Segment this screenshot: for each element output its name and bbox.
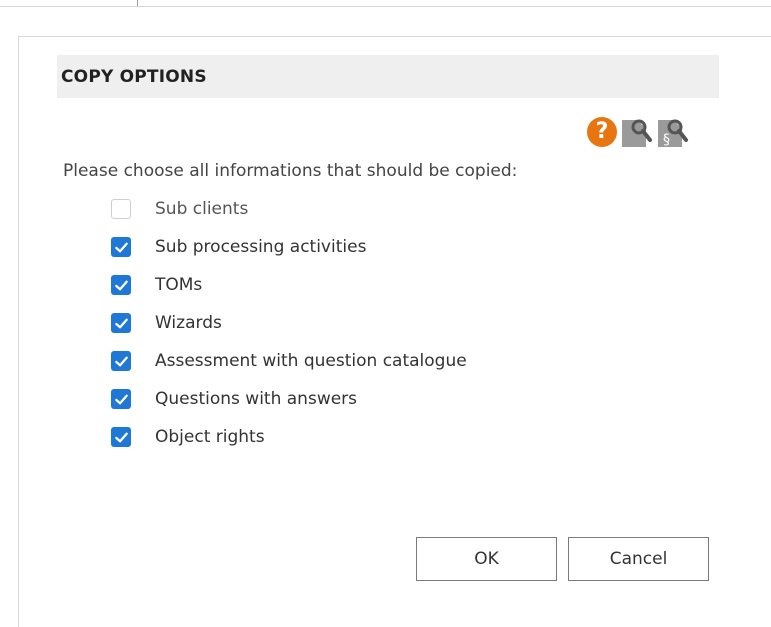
dialog-header: COPY OPTIONS (57, 55, 719, 98)
checkbox-wizards[interactable] (111, 313, 131, 333)
option-label: Sub clients (155, 199, 249, 219)
option-label: Wizards (155, 313, 222, 333)
checkmark-icon (114, 432, 128, 442)
option-questions-with-answers[interactable]: Questions with answers (111, 385, 357, 413)
option-toms[interactable]: TOMs (111, 271, 202, 299)
option-sub-processing-activities[interactable]: Sub processing activities (111, 233, 366, 261)
top-strip (0, 0, 771, 7)
option-wizards[interactable]: Wizards (111, 309, 222, 337)
checkmark-icon (114, 280, 128, 290)
top-divider (137, 0, 138, 6)
checkbox-sub-processing-activities[interactable] (111, 237, 131, 257)
dialog-title: COPY OPTIONS (61, 67, 207, 87)
checkbox-object-rights[interactable] (111, 427, 131, 447)
checkbox-assessment-with-question-catalogue[interactable] (111, 351, 131, 371)
checkmark-icon (114, 242, 128, 252)
option-assessment-with-question-catalogue[interactable]: Assessment with question catalogue (111, 347, 467, 375)
checkmark-icon (114, 394, 128, 404)
help-icon[interactable]: ? (587, 117, 617, 147)
ok-button[interactable]: OK (416, 537, 557, 581)
checkbox-sub-clients[interactable] (111, 199, 131, 219)
cancel-button[interactable]: Cancel (568, 537, 709, 581)
svg-text:§: § (663, 132, 670, 148)
option-label: Assessment with question catalogue (155, 351, 467, 371)
checkmark-icon (114, 356, 128, 366)
copy-options-dialog: COPY OPTIONS ? § Please choose all infor… (18, 36, 771, 627)
option-label: Object rights (155, 427, 265, 447)
option-label: TOMs (155, 275, 203, 295)
toolbar: ? § (587, 114, 689, 150)
option-label: Sub processing activities (155, 237, 367, 257)
checkbox-toms[interactable] (111, 275, 131, 295)
checkbox-questions-with-answers[interactable] (111, 389, 131, 409)
document-search-icon[interactable] (619, 114, 653, 150)
paragraph-search-icon[interactable]: § (655, 114, 689, 150)
instruction-text: Please choose all informations that shou… (63, 161, 518, 181)
option-sub-clients: Sub clients (111, 195, 248, 223)
option-label: Questions with answers (155, 389, 358, 409)
option-object-rights[interactable]: Object rights (111, 423, 265, 451)
checkmark-icon (114, 318, 128, 328)
